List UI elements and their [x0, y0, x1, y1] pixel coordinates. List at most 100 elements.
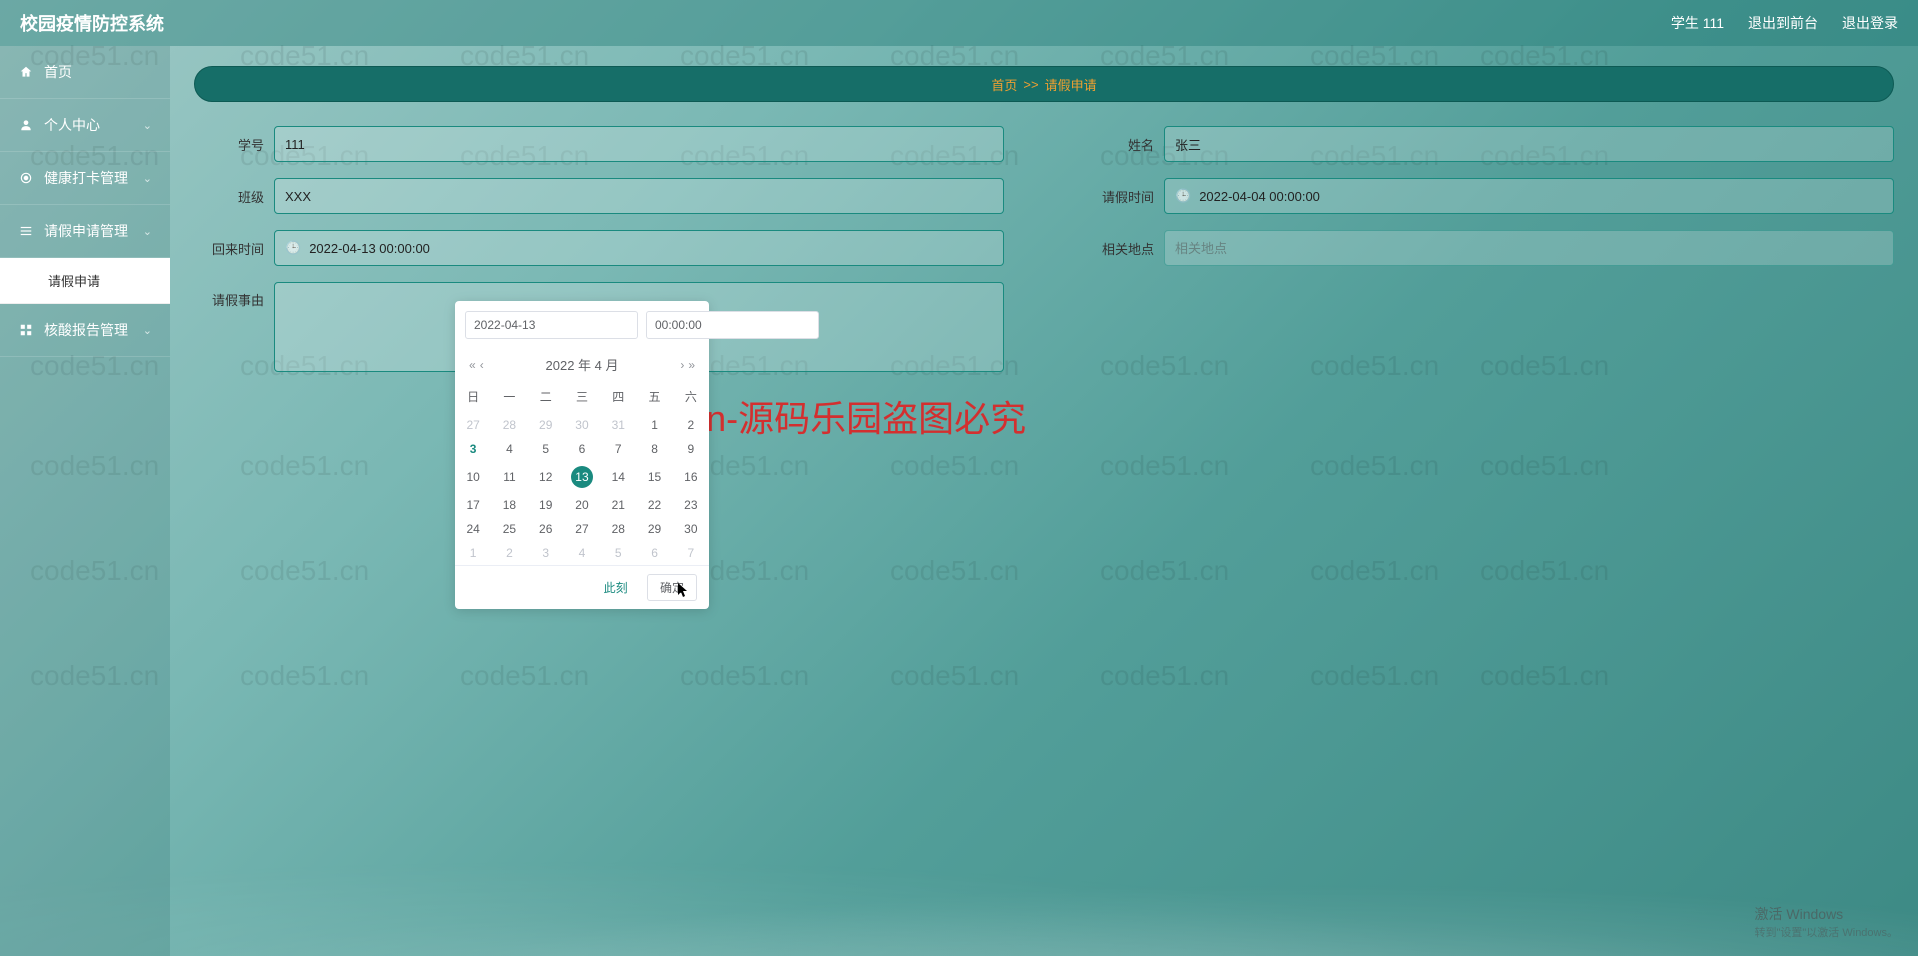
input-location[interactable]	[1164, 230, 1894, 266]
calendar-day[interactable]: 25	[491, 517, 527, 541]
location-field[interactable]	[1175, 241, 1883, 256]
calendar-day[interactable]: 5	[600, 541, 636, 565]
calendar-day[interactable]: 27	[455, 413, 491, 437]
calendar-day[interactable]: 2	[491, 541, 527, 565]
breadcrumb: 首页 >> 请假申请	[194, 66, 1894, 102]
sidebar-item-label: 核酸报告管理	[44, 320, 128, 340]
calendar-day[interactable]: 29	[636, 517, 672, 541]
label-student-id: 学号	[194, 135, 264, 154]
datepicker-now-button[interactable]: 此刻	[604, 581, 628, 595]
calendar-day[interactable]: 9	[673, 437, 709, 461]
logout-link[interactable]: 退出登录	[1842, 13, 1898, 33]
calendar-day[interactable]: 31	[600, 413, 636, 437]
weekday-header: 日	[455, 380, 491, 413]
weekday-header: 六	[673, 380, 709, 413]
calendar-day[interactable]: 17	[455, 493, 491, 517]
calendar-day[interactable]: 30	[564, 413, 600, 437]
calendar-day[interactable]: 4	[491, 437, 527, 461]
calendar-day[interactable]: 16	[673, 461, 709, 493]
calendar-day[interactable]: 6	[564, 437, 600, 461]
sidebar-item-label: 首页	[44, 62, 72, 82]
weekday-header: 五	[636, 380, 672, 413]
calendar-day[interactable]: 7	[673, 541, 709, 565]
datepicker-date-input[interactable]	[465, 311, 638, 339]
main-content: 首页 >> 请假申请 学号 111 姓名 张三 班级 XXX 请假时间 🕒 20…	[170, 46, 1918, 956]
calendar-day[interactable]: 8	[636, 437, 672, 461]
calendar-day[interactable]: 13	[564, 461, 600, 493]
input-name[interactable]: 张三	[1164, 126, 1894, 162]
back-to-front-link[interactable]: 退出到前台	[1748, 13, 1818, 33]
chevron-down-icon: ⌄	[143, 324, 152, 337]
calendar-day[interactable]: 12	[528, 461, 564, 493]
sidebar-item-核酸报告管理[interactable]: 核酸报告管理 ⌄	[0, 304, 170, 357]
sidebar-item-label: 个人中心	[44, 115, 100, 135]
prev-month-icon[interactable]: ‹	[478, 358, 486, 372]
calendar-day[interactable]: 5	[528, 437, 564, 461]
calendar-day[interactable]: 14	[600, 461, 636, 493]
weekday-header: 一	[491, 380, 527, 413]
label-leave-time: 请假时间	[1084, 187, 1154, 206]
calendar-day[interactable]: 28	[491, 413, 527, 437]
calendar-day[interactable]: 19	[528, 493, 564, 517]
sidebar-item-请假申请管理[interactable]: 请假申请管理 ⌄	[0, 205, 170, 258]
input-return-time[interactable]: 🕒 2022-04-13 00:00:00	[274, 230, 1004, 266]
label-location: 相关地点	[1084, 239, 1154, 258]
calendar-day[interactable]: 1	[455, 541, 491, 565]
calendar-day[interactable]: 3	[528, 541, 564, 565]
calendar-day[interactable]: 7	[600, 437, 636, 461]
label-class: 班级	[194, 187, 264, 206]
clock-icon: 🕒	[285, 240, 301, 256]
calendar-day[interactable]: 26	[528, 517, 564, 541]
datepicker-title: 2022 年 4 月	[486, 355, 679, 374]
next-year-icon[interactable]: »	[686, 358, 697, 372]
return-time-value: 2022-04-13 00:00:00	[309, 241, 430, 256]
calendar-day[interactable]: 27	[564, 517, 600, 541]
calendar-day[interactable]: 22	[636, 493, 672, 517]
calendar-day[interactable]: 29	[528, 413, 564, 437]
calendar-day[interactable]: 24	[455, 517, 491, 541]
calendar-day[interactable]: 28	[600, 517, 636, 541]
sidebar-item-首页[interactable]: 首页	[0, 46, 170, 99]
prev-year-icon[interactable]: «	[467, 358, 478, 372]
calendar-day[interactable]: 3	[455, 437, 491, 461]
input-class[interactable]: XXX	[274, 178, 1004, 214]
submenu-item-请假申请[interactable]: 请假申请	[0, 258, 170, 304]
user-label[interactable]: 学生 111	[1671, 13, 1724, 33]
calendar-day[interactable]: 4	[564, 541, 600, 565]
next-month-icon[interactable]: ›	[678, 358, 686, 372]
calendar-day[interactable]: 30	[673, 517, 709, 541]
input-leave-time[interactable]: 🕒 2022-04-04 00:00:00	[1164, 178, 1894, 214]
chevron-down-icon: ⌄	[143, 119, 152, 132]
calendar-day[interactable]: 15	[636, 461, 672, 493]
datepicker-time-input[interactable]	[646, 311, 819, 339]
weekday-header: 四	[600, 380, 636, 413]
cursor-icon	[677, 583, 691, 599]
calendar-day[interactable]: 20	[564, 493, 600, 517]
clock-icon: 🕒	[1175, 188, 1191, 204]
datepicker-grid: 日一二三四五六 27282930311234567891011121314151…	[455, 380, 709, 565]
breadcrumb-home[interactable]: 首页	[991, 75, 1017, 94]
breadcrumb-current: 请假申请	[1045, 75, 1097, 94]
list-icon	[18, 223, 34, 239]
calendar-day[interactable]: 23	[673, 493, 709, 517]
sidebar-item-label: 请假申请管理	[44, 221, 128, 241]
calendar-day[interactable]: 18	[491, 493, 527, 517]
chevron-down-icon: ⌄	[143, 172, 152, 185]
sidebar-item-label: 健康打卡管理	[44, 168, 128, 188]
calendar-day[interactable]: 10	[455, 461, 491, 493]
calendar-day[interactable]: 11	[491, 461, 527, 493]
calendar-day[interactable]: 21	[600, 493, 636, 517]
sidebar: 首页个人中心 ⌄ 健康打卡管理 ⌄ 请假申请管理 ⌄ 请假申请核酸报告管理 ⌄	[0, 46, 170, 956]
calendar-day[interactable]: 2	[673, 413, 709, 437]
datepicker-popup: « ‹ 2022 年 4 月 › » 日一二三四五六 2728293031123…	[455, 301, 709, 609]
chevron-down-icon: ⌄	[143, 225, 152, 238]
calendar-day[interactable]: 1	[636, 413, 672, 437]
home-icon	[18, 64, 34, 80]
input-student-id[interactable]: 111	[274, 126, 1004, 162]
sidebar-item-个人中心[interactable]: 个人中心 ⌄	[0, 99, 170, 152]
target-icon	[18, 170, 34, 186]
user-icon	[18, 117, 34, 133]
weekday-header: 二	[528, 380, 564, 413]
calendar-day[interactable]: 6	[636, 541, 672, 565]
sidebar-item-健康打卡管理[interactable]: 健康打卡管理 ⌄	[0, 152, 170, 205]
